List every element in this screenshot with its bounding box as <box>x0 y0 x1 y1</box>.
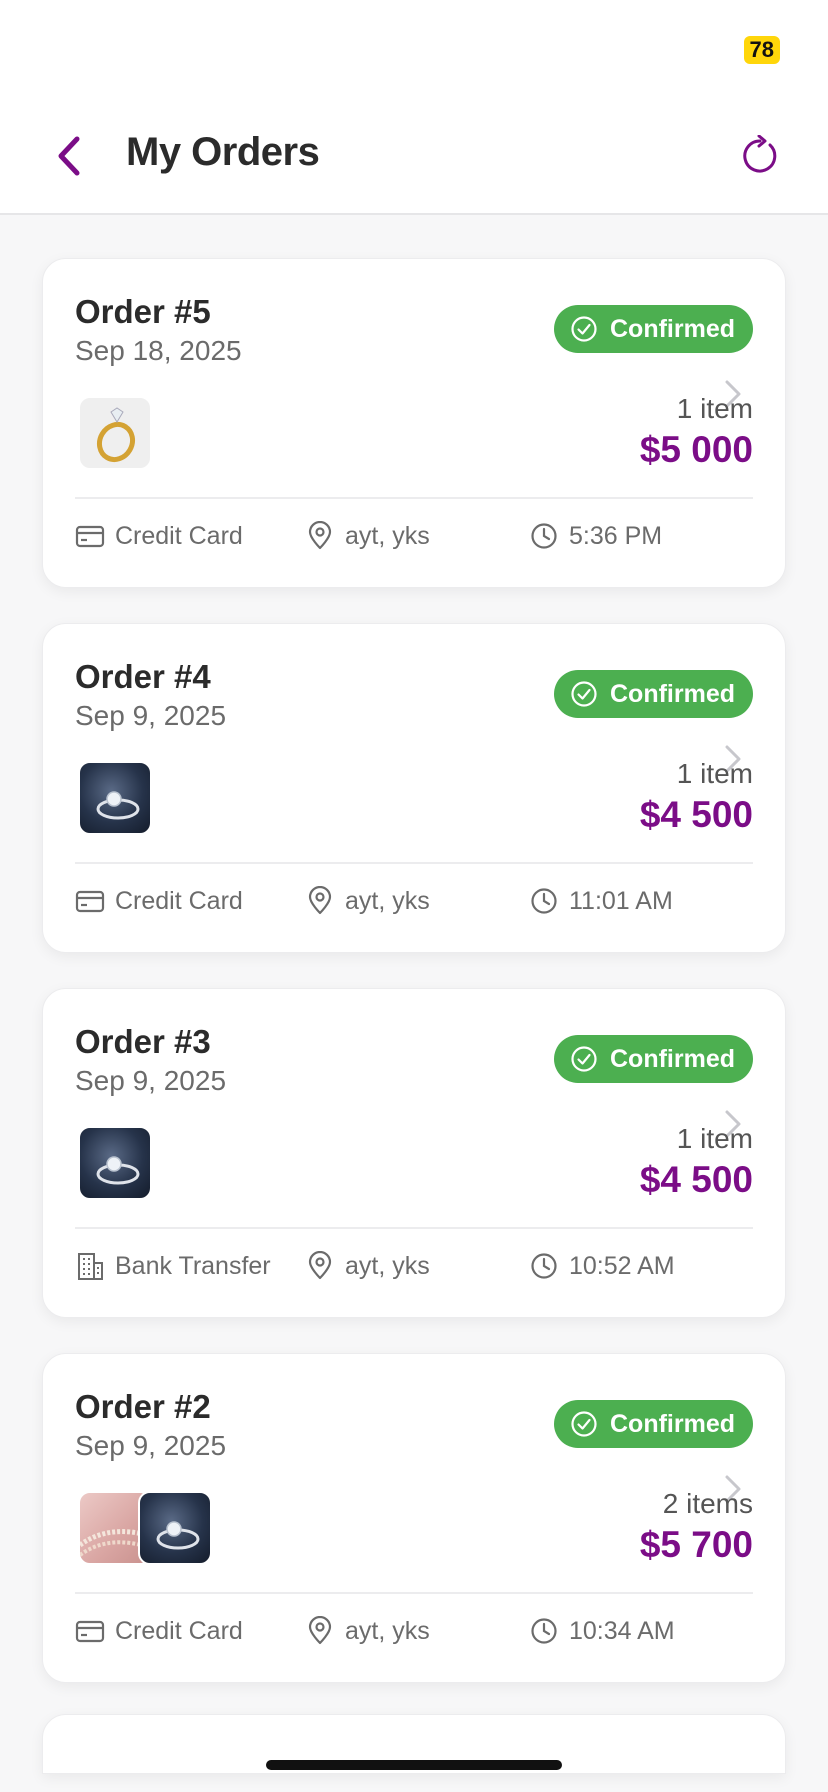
order-time: 5:36 PM <box>529 521 662 551</box>
chevron-left-icon <box>58 136 80 176</box>
check-circle-icon <box>570 1410 598 1438</box>
delivery-location: ayt, yks <box>305 521 430 551</box>
status-badge: Confirmed <box>554 670 753 718</box>
delivery-location: ayt, yks <box>305 886 430 916</box>
time-label: 10:52 AM <box>569 1251 675 1280</box>
payment-method: Credit Card <box>75 521 243 551</box>
order-time: 11:01 AM <box>529 886 673 916</box>
payment-label: Credit Card <box>115 521 243 550</box>
location-pin-icon <box>305 1616 335 1646</box>
status-badge: Confirmed <box>554 1400 753 1448</box>
item-count: 1 item <box>676 758 753 789</box>
credit-card-icon <box>75 886 105 916</box>
product-thumbnails <box>78 1491 212 1565</box>
order-card[interactable]: Order #3 Sep 9, 2025 Confirmed 1 item $4 500… <box>42 988 786 1318</box>
status-badge: Confirmed <box>554 305 753 353</box>
order-list: Order #5 Sep 18, 2025 Confirmed 1 item $5 00… <box>42 258 786 1718</box>
order-total: $4 500 <box>639 1159 753 1200</box>
status-label: Confirmed <box>610 1409 735 1438</box>
divider <box>75 497 753 499</box>
bank-icon <box>75 1251 105 1281</box>
status-label: Confirmed <box>610 1044 735 1073</box>
delivery-location: ayt, yks <box>305 1616 430 1646</box>
payment-method: Credit Card <box>75 1616 243 1646</box>
location-label: ayt, yks <box>345 1251 430 1280</box>
location-pin-icon <box>305 521 335 551</box>
order-number: Order #2 <box>75 1388 211 1425</box>
divider <box>75 1592 753 1594</box>
order-date: Sep 9, 2025 <box>75 1065 227 1096</box>
time-label: 11:01 AM <box>569 886 673 915</box>
payment-method: Credit Card <box>75 886 243 916</box>
order-number: Order #4 <box>75 658 211 695</box>
order-date: Sep 9, 2025 <box>75 1430 227 1461</box>
item-count: 2 items <box>662 1488 753 1519</box>
check-circle-icon <box>570 1045 598 1073</box>
product-thumbnails <box>78 761 152 835</box>
order-total: $5 000 <box>639 429 753 470</box>
location-label: ayt, yks <box>345 886 430 915</box>
product-thumbnail-diamond-ring <box>78 1126 152 1200</box>
product-thumbnails <box>78 1126 152 1200</box>
clock-icon <box>529 1616 559 1646</box>
order-total: $5 700 <box>639 1524 753 1565</box>
status-bar: 78 <box>0 0 828 100</box>
product-thumbnail-gold-ring <box>78 396 152 470</box>
order-date: Sep 9, 2025 <box>75 700 227 731</box>
location-pin-icon <box>305 1251 335 1281</box>
back-button[interactable] <box>48 132 88 180</box>
time-label: 10:34 AM <box>569 1616 675 1645</box>
product-thumbnail-diamond-ring <box>138 1491 212 1565</box>
order-number: Order #5 <box>75 293 211 330</box>
credit-card-icon <box>75 521 105 551</box>
order-time: 10:52 AM <box>529 1251 675 1281</box>
payment-method: Bank Transfer <box>75 1251 271 1281</box>
order-number: Order #3 <box>75 1023 211 1060</box>
divider <box>75 862 753 864</box>
status-label: Confirmed <box>610 679 735 708</box>
clock-icon <box>529 521 559 551</box>
product-thumbnails <box>78 396 152 470</box>
clock-icon <box>529 886 559 916</box>
order-time: 10:34 AM <box>529 1616 675 1646</box>
battery-indicator: 78 <box>743 36 780 64</box>
order-date: Sep 18, 2025 <box>75 335 242 366</box>
item-count: 1 item <box>676 393 753 424</box>
location-pin-icon <box>305 886 335 916</box>
time-label: 5:36 PM <box>569 521 663 550</box>
credit-card-icon <box>75 1616 105 1646</box>
location-label: ayt, yks <box>345 521 430 550</box>
order-card[interactable]: Order #5 Sep 18, 2025 Confirmed 1 item $5 00… <box>42 258 786 588</box>
header: My Orders <box>0 100 828 215</box>
status-badge: Confirmed <box>554 1035 753 1083</box>
payment-label: Credit Card <box>115 1616 243 1645</box>
order-total: $4 500 <box>639 794 753 835</box>
payment-label: Credit Card <box>115 886 243 915</box>
order-card[interactable]: Order #4 Sep 9, 2025 Confirmed 1 item $4 500… <box>42 623 786 953</box>
product-thumbnail-diamond-ring <box>78 761 152 835</box>
clock-icon <box>529 1251 559 1281</box>
check-circle-icon <box>570 680 598 708</box>
item-count: 1 item <box>676 1123 753 1154</box>
delivery-location: ayt, yks <box>305 1251 430 1281</box>
location-label: ayt, yks <box>345 1616 430 1645</box>
status-label: Confirmed <box>610 314 735 343</box>
divider <box>75 1227 753 1229</box>
check-circle-icon <box>570 315 598 343</box>
order-card[interactable]: Order #2 Sep 9, 2025 Confirmed 2 items $5 70… <box>42 1353 786 1683</box>
home-indicator <box>266 1760 562 1770</box>
payment-label: Bank Transfer <box>115 1251 271 1280</box>
refresh-icon <box>743 135 777 173</box>
refresh-button[interactable] <box>736 132 784 180</box>
page-title: My Orders <box>126 130 320 174</box>
